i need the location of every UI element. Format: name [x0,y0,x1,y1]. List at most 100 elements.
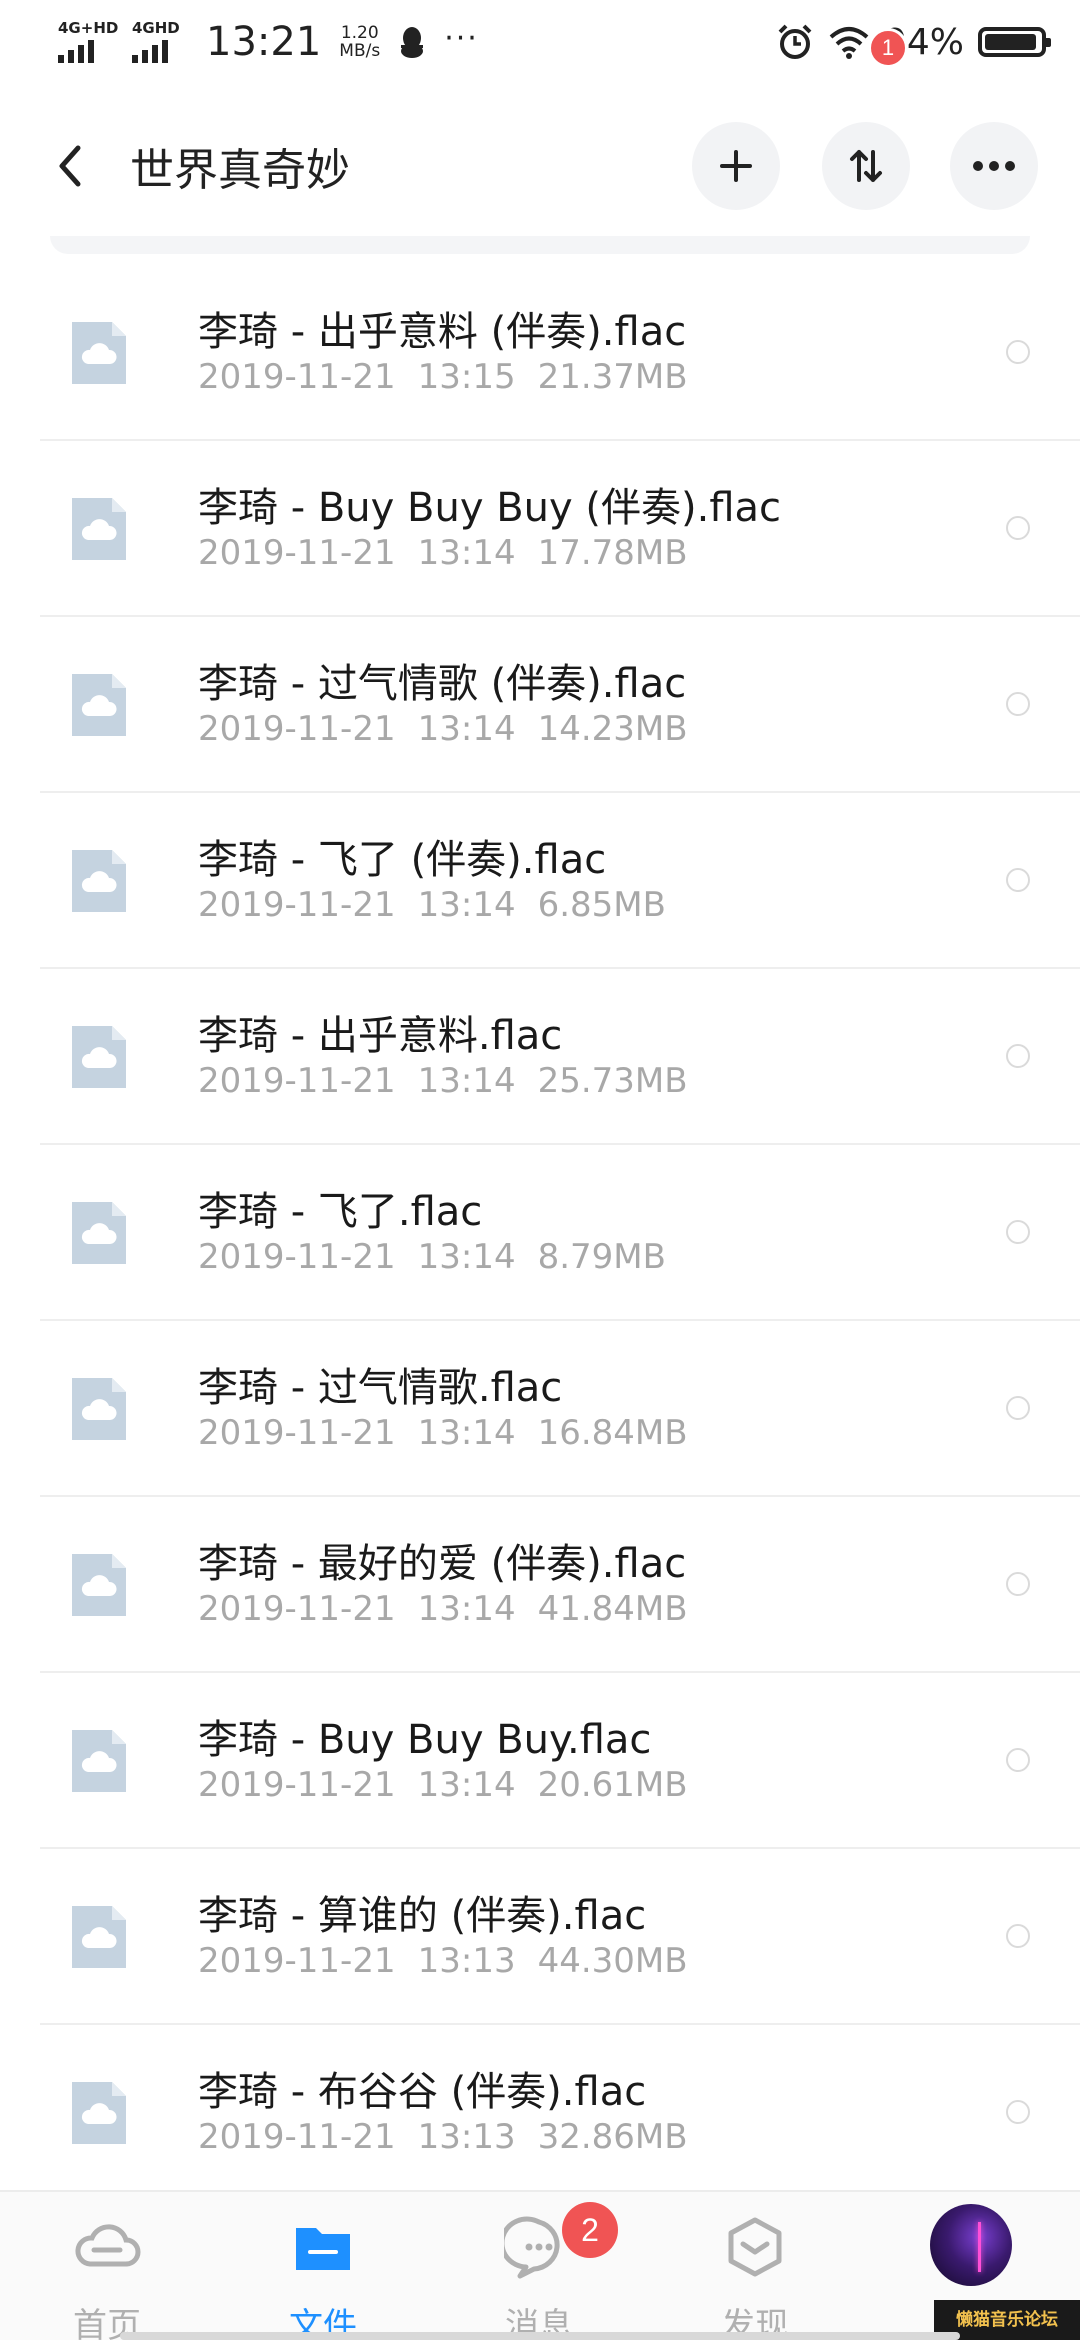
nav-home[interactable]: 首页 [32,2212,182,2346]
file-date: 2019-11-21 [198,357,396,397]
file-size: 14.23MB [537,709,688,749]
file-time: 13:14 [417,1589,516,1629]
audio-file-icon [72,1378,126,1440]
file-date: 2019-11-21 [198,1589,396,1629]
file-time: 13:13 [417,1941,516,1981]
file-date: 2019-11-21 [198,1061,396,1101]
file-size: 20.61MB [537,1765,688,1805]
audio-file-icon [72,1202,126,1264]
file-meta: 2019-11-21 13:13 44.30MB [198,1941,688,1981]
file-date: 2019-11-21 [198,1413,396,1453]
file-time: 13:14 [417,1765,516,1805]
file-row[interactable]: 李琦 - 算谁的 (伴奏).flac 2019-11-21 13:13 44.30MB [0,1849,1080,2025]
file-row[interactable]: 李琦 - 过气情歌 (伴奏).flac 2019-11-21 13:14 14.23M… [0,617,1080,793]
file-time: 13:14 [417,1237,516,1277]
select-radio[interactable] [1006,516,1030,540]
select-radio[interactable] [1006,692,1030,716]
wifi-icon [829,27,869,59]
clock: 13:21 [206,19,322,65]
network-speed: 1.20 MB/s [339,23,381,61]
qq-penguin-icon [401,27,424,58]
avatar[interactable] [930,2204,1012,2286]
add-button[interactable] [692,122,780,210]
file-name: 李琦 - 过气情歌 (伴奏).flac [198,661,687,707]
more-notifications-icon: ··· [444,20,479,56]
file-time: 13:14 [417,533,516,573]
file-time: 13:14 [417,1061,516,1101]
file-row[interactable]: 李琦 - 飞了 (伴奏).flac 2019-11-21 13:14 6.85MB [0,793,1080,969]
audio-file-icon [72,1026,126,1088]
audio-file-icon [72,1906,126,1968]
file-row[interactable]: 李琦 - Buy Buy Buy (伴奏).flac 2019-11-21 13:1… [0,441,1080,617]
search-bar-edge [0,236,1080,256]
select-radio[interactable] [1006,1396,1030,1420]
file-name: 李琦 - 最好的爱 (伴奏).flac [198,1541,687,1587]
file-meta: 2019-11-21 13:14 14.23MB [198,709,688,749]
file-meta: 2019-11-21 13:13 32.86MB [198,2117,688,2157]
file-size: 17.78MB [537,533,688,573]
file-meta: 2019-11-21 13:15 21.37MB [198,357,688,397]
file-size: 25.73MB [537,1061,688,1101]
plus-icon [720,150,752,182]
file-meta: 2019-11-21 13:14 6.85MB [198,885,666,925]
file-time: 13:14 [417,885,516,925]
cloud-icon [75,2224,141,2267]
file-row[interactable]: 李琦 - Buy Buy Buy.flac 2019-11-21 13:14 20.6… [0,1673,1080,1849]
more-button[interactable] [950,122,1038,210]
file-meta: 2019-11-21 13:14 17.78MB [198,533,688,573]
file-row[interactable]: 李琦 - 出乎意料.flac 2019-11-21 13:14 25.73MB [0,969,1080,1145]
file-name: 李琦 - 出乎意料.flac [198,1013,563,1059]
file-date: 2019-11-21 [198,1237,396,1277]
file-time: 13:14 [417,1413,516,1453]
file-size: 21.37MB [537,357,688,397]
select-radio[interactable] [1006,1220,1030,1244]
file-meta: 2019-11-21 13:14 25.73MB [198,1061,688,1101]
file-time: 13:14 [417,709,516,749]
audio-file-icon [72,674,126,736]
select-radio[interactable] [1006,2100,1030,2124]
status-bar: 4G+HD 4GHD 13:21 1.20 MB/s ··· 94% [0,0,1080,84]
file-date: 2019-11-21 [198,1941,396,1981]
file-size: 32.86MB [537,2117,688,2157]
file-date: 2019-11-21 [198,709,396,749]
file-name: 李琦 - 过气情歌.flac [198,1365,563,1411]
file-size: 8.79MB [537,1237,666,1277]
signal-icon: 4GHD [132,19,188,65]
file-time: 13:15 [417,357,516,397]
select-radio[interactable] [1006,1044,1030,1068]
page-title: 世界真奇妙 [130,145,350,196]
back-arrow-icon[interactable] [50,136,90,196]
file-row[interactable]: 李琦 - 布谷谷 (伴奏).flac 2019-11-21 13:13 32.86MB [0,2025,1080,2201]
nav-discover[interactable]: 发现 [680,2212,830,2346]
folder-icon [296,2228,350,2270]
audio-file-icon [72,2082,126,2144]
file-row[interactable]: 李琦 - 出乎意料 (伴奏).flac 2019-11-21 13:15 21.37M… [0,265,1080,441]
file-row[interactable]: 李琦 - 飞了.flac 2019-11-21 13:14 8.79MB [0,1145,1080,1321]
file-meta: 2019-11-21 13:14 8.79MB [198,1237,666,1277]
file-meta: 2019-11-21 13:14 20.61MB [198,1765,688,1805]
select-radio[interactable] [1006,868,1030,892]
nav-files[interactable]: 文件 [248,2212,398,2346]
file-meta: 2019-11-21 13:14 41.84MB [198,1589,688,1629]
select-radio[interactable] [1006,1572,1030,1596]
file-date: 2019-11-21 [198,533,396,573]
file-time: 13:13 [417,2117,516,2157]
home-indicator[interactable] [120,2332,960,2340]
file-name: 李琦 - Buy Buy Buy.flac [198,1717,652,1763]
select-radio[interactable] [1006,1748,1030,1772]
file-size: 41.84MB [537,1589,688,1629]
transfer-badge: 1 [868,28,908,68]
file-row[interactable]: 李琦 - 最好的爱 (伴奏).flac 2019-11-21 13:14 41.84M… [0,1497,1080,1673]
audio-file-icon [72,322,126,384]
file-size: 6.85MB [537,885,666,925]
file-name: 李琦 - 布谷谷 (伴奏).flac [198,2069,647,2115]
select-radio[interactable] [1006,340,1030,364]
file-name: 李琦 - 出乎意料 (伴奏).flac [198,309,687,355]
audio-file-icon [72,850,126,912]
discover-cube-icon [728,2217,782,2277]
file-date: 2019-11-21 [198,885,396,925]
file-list: 李琦 - 出乎意料 (伴奏).flac 2019-11-21 13:15 21.37M… [0,265,1080,2201]
select-radio[interactable] [1006,1924,1030,1948]
transfer-button[interactable] [822,122,910,210]
file-row[interactable]: 李琦 - 过气情歌.flac 2019-11-21 13:14 16.84MB [0,1321,1080,1497]
